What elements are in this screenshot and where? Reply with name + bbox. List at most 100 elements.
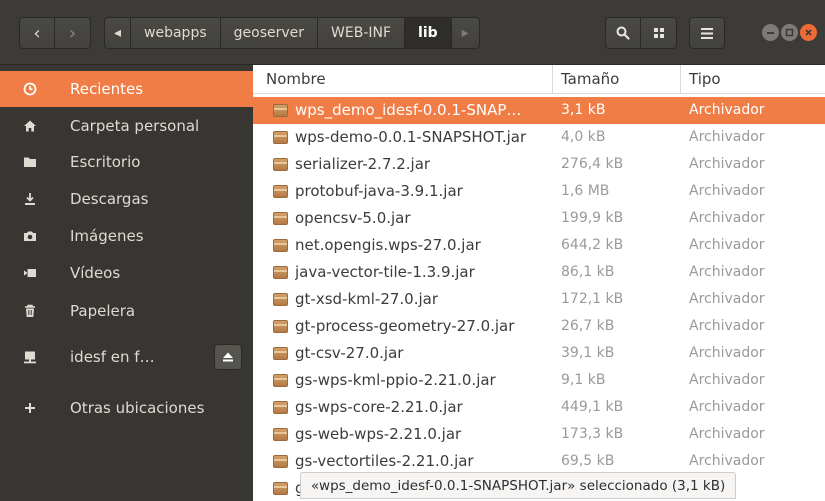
sidebar-item-videos[interactable]: Vídeos [0,255,253,291]
column-header-name[interactable]: Nombre [266,70,326,88]
file-name: wps-demo-0.0.1-SNAPSHOT.jar [295,128,527,146]
breadcrumb-scroll-left[interactable]: ◂ [104,17,132,49]
column-divider[interactable] [552,65,553,94]
file-name: gt-process-geometry-27.0.jar [295,317,515,335]
file-size: 173,3 kB [561,426,624,442]
file-size: 3,1 kB [561,102,606,118]
column-header-size[interactable]: Tamaño [561,70,619,88]
sidebar-item-network-share[interactable]: idesf en f… [0,339,253,375]
file-size: 86,1 kB [561,264,615,280]
file-size: 276,4 kB [561,156,624,172]
archive-icon [273,428,288,441]
file-row[interactable]: wps_demo_idesf-0.0.1-SNAP… 3,1 kB Archiv… [253,97,825,124]
sidebar-item-papelera[interactable]: Papelera [0,293,253,329]
forward-button[interactable]: › [55,17,91,49]
close-window-button[interactable] [800,24,817,41]
file-type: Archivador [689,372,765,388]
clock-icon [23,82,37,96]
file-name: gs-vectortiles-2.21.0.jar [295,452,474,470]
archive-icon [273,104,288,117]
sidebar-item-label: Carpeta personal [70,117,200,135]
sidebar-item-recientes[interactable]: Recientes [0,71,253,107]
file-type: Archivador [689,156,765,172]
sidebar-item-imagenes[interactable]: Imágenes [0,218,253,254]
sidebar-item-label: Descargas [70,190,149,208]
menu-button[interactable] [689,17,725,49]
file-type: Archivador [689,399,765,415]
file-type: Archivador [689,426,765,442]
breadcrumb-webapps[interactable]: webapps [131,17,221,49]
file-row[interactable]: net.opengis.wps-27.0.jar 644,2 kB Archiv… [253,232,825,259]
file-row[interactable]: gs-web-wps-2.21.0.jar 173,3 kB Archivado… [253,421,825,448]
minimize-icon [767,32,774,34]
triangle-left-icon: ◂ [114,25,122,41]
sidebar-item-label: Papelera [70,302,136,320]
file-size: 172,1 kB [561,291,624,307]
search-button[interactable] [605,17,641,49]
file-name: gt-xsd-kml-27.0.jar [295,290,439,308]
file-name: gs-web-wps-2.21.0.jar [295,425,462,443]
file-type: Archivador [689,237,765,253]
file-size: 644,2 kB [561,237,624,253]
archive-icon [273,482,288,495]
breadcrumb-web-inf[interactable]: WEB-INF [318,17,406,49]
network-drive-icon [24,351,36,364]
archive-icon [273,293,288,306]
close-icon [805,29,812,36]
file-row[interactable]: serializer-2.7.2.jar 276,4 kB Archivador [253,151,825,178]
breadcrumb-geoserver[interactable]: geoserver [220,17,319,49]
camera-icon [24,231,36,241]
breadcrumb: ◂ webapps geoserver WEB-INF lib ▸ [104,17,480,49]
file-row[interactable]: gs-vectortiles-2.21.0.jar 69,5 kB Archiv… [253,448,825,475]
column-header-type[interactable]: Tipo [689,70,721,88]
file-row[interactable]: gt-xsd-kml-27.0.jar 172,1 kB Archivador [253,286,825,313]
file-name: gs-wps-kml-ppio-2.21.0.jar [295,371,496,389]
file-name: gs-wps-core-2.21.0.jar [295,398,463,416]
triangle-right-icon: ▸ [461,25,469,41]
sidebar-item-carpeta-personal[interactable]: Carpeta personal [0,108,253,144]
sidebar-item-descargas[interactable]: Descargas [0,181,253,217]
minimize-window-button[interactable] [762,24,779,41]
file-row[interactable]: opencsv-5.0.jar 199,9 kB Archivador [253,205,825,232]
file-name: wps_demo_idesf-0.0.1-SNAP… [295,101,522,119]
sidebar-item-label: Recientes [70,80,144,98]
archive-icon [273,239,288,252]
sidebar-item-escritorio[interactable]: Escritorio [0,144,253,180]
eject-icon [223,352,233,362]
header-bar: ‹ › ◂ webapps geoserver WEB-INF lib ▸ [0,0,825,65]
file-row[interactable]: gs-wps-kml-ppio-2.21.0.jar 9,1 kB Archiv… [253,367,825,394]
view-toggle-button[interactable] [641,17,677,49]
file-size: 1,6 MB [561,183,610,199]
column-divider[interactable] [680,65,681,94]
maximize-window-button[interactable] [781,24,798,41]
sidebar-item-label: idesf en f… [70,348,155,366]
sidebar-item-label: Escritorio [70,153,141,171]
back-button[interactable]: ‹ [19,17,55,49]
file-row[interactable]: wps-demo-0.0.1-SNAPSHOT.jar 4,0 kB Archi… [253,124,825,151]
file-size: 39,1 kB [561,345,615,361]
file-row[interactable]: gt-csv-27.0.jar 39,1 kB Archivador [253,340,825,367]
file-row[interactable]: java-vector-tile-1.3.9.jar 86,1 kB Archi… [253,259,825,286]
file-row[interactable]: gt-process-geometry-27.0.jar 26,7 kB Arc… [253,313,825,340]
file-type: Archivador [689,210,765,226]
file-name: opencsv-5.0.jar [295,209,411,227]
file-name: protobuf-java-3.9.1.jar [295,182,463,200]
file-type: Archivador [689,102,765,118]
file-type: Archivador [689,318,765,334]
breadcrumb-lib[interactable]: lib [405,17,452,49]
file-row[interactable]: gs-wps-core-2.21.0.jar 449,1 kB Archivad… [253,394,825,421]
eject-button[interactable] [214,344,242,370]
sidebar-item-otras-ubicaciones[interactable]: Otras ubicaciones [0,390,253,426]
sidebar-item-label: Otras ubicaciones [70,399,205,417]
breadcrumb-scroll-right[interactable]: ▸ [451,17,480,49]
file-row[interactable]: protobuf-java-3.9.1.jar 1,6 MB Archivado… [253,178,825,205]
file-name: serializer-2.7.2.jar [295,155,431,173]
archive-icon [273,347,288,360]
archive-icon [273,158,288,171]
file-type: Archivador [689,264,765,280]
archive-icon [273,401,288,414]
file-size: 69,5 kB [561,453,615,469]
folder-icon [24,157,36,167]
column-header-row: Nombre Tamaño Tipo [253,65,825,94]
archive-icon [273,185,288,198]
